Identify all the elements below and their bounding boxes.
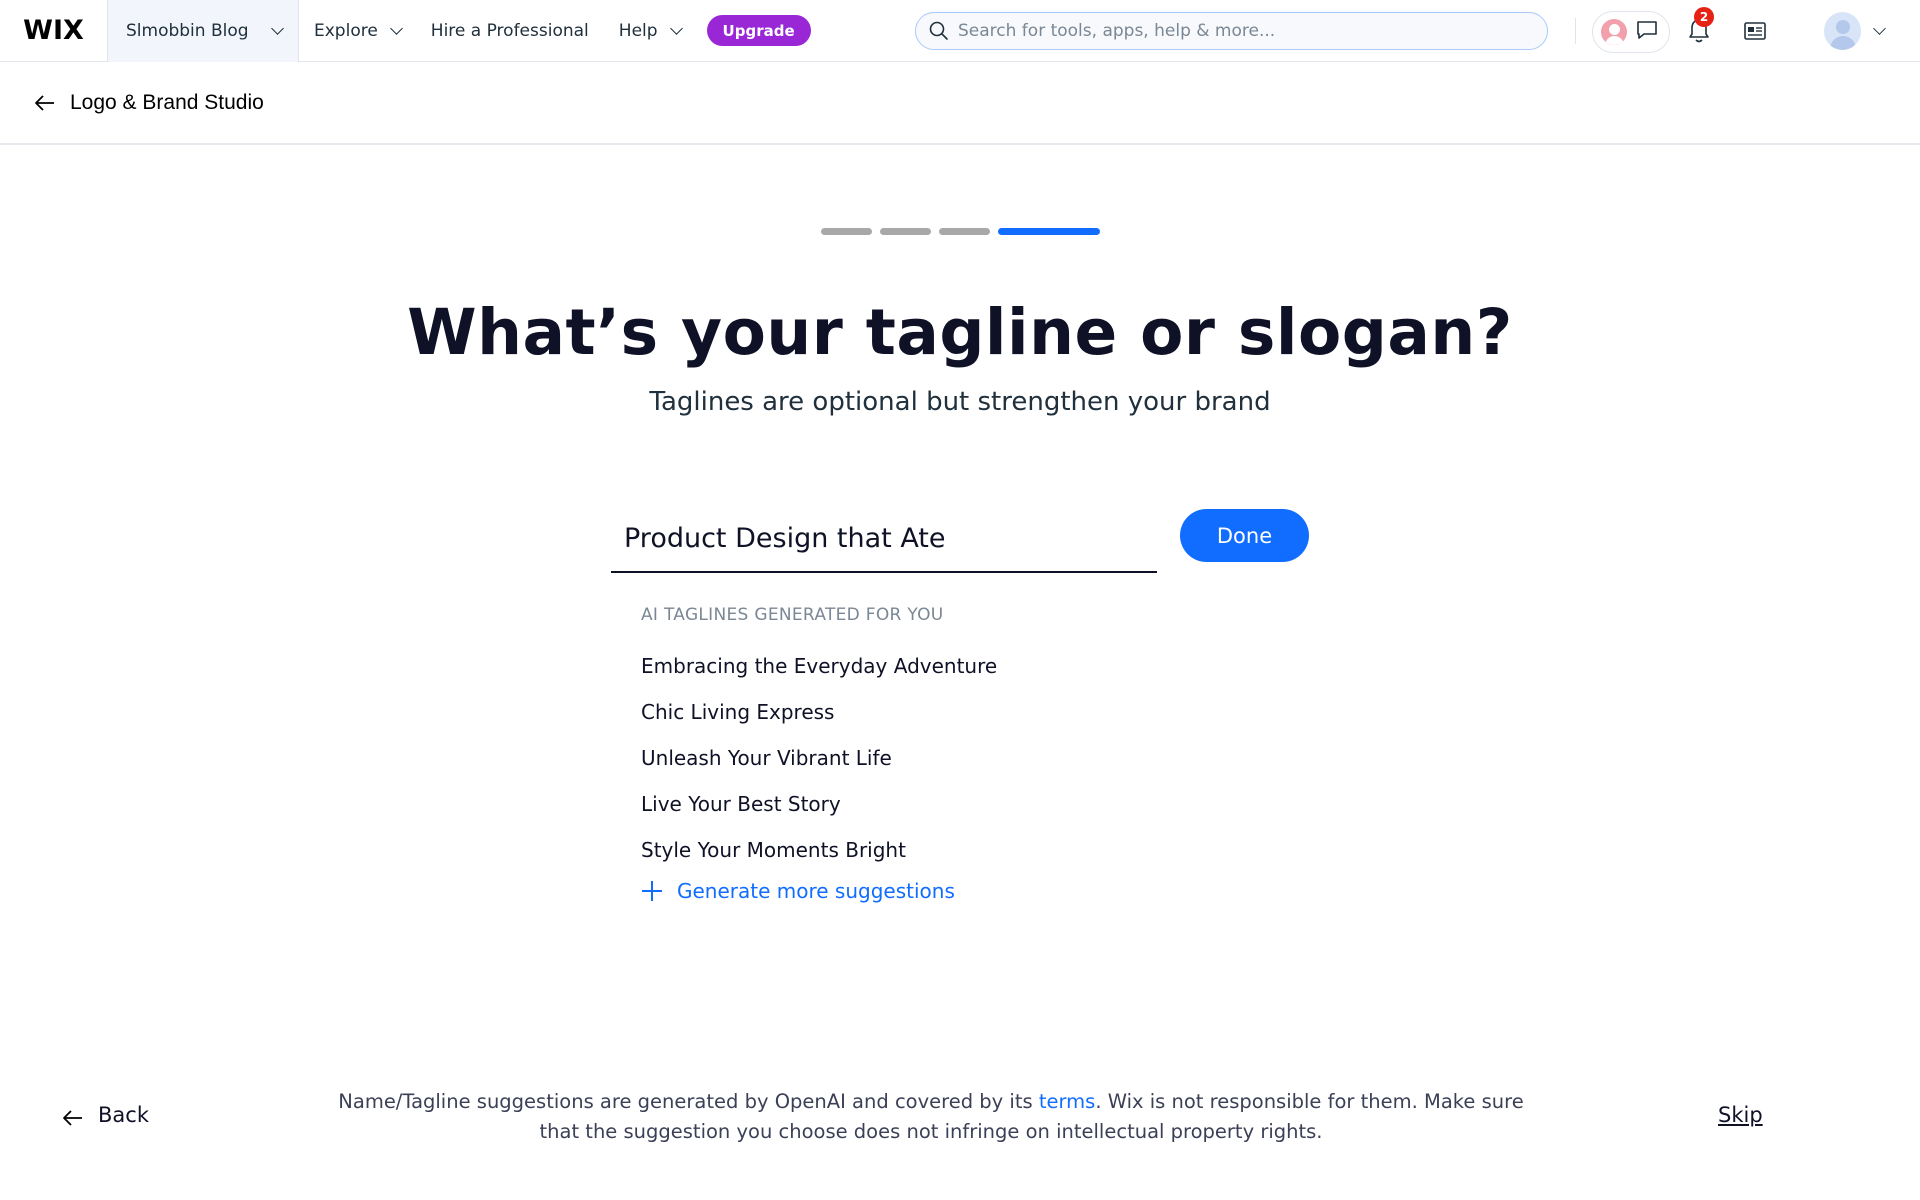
suggestions-list: Embracing the Everyday Adventure Chic Li…: [641, 650, 997, 880]
site-name: Slmobbin Blog: [126, 20, 249, 41]
terms-link[interactable]: terms: [1039, 1090, 1095, 1113]
page-heading: What’s your tagline or slogan?: [407, 296, 1513, 369]
nav-explore[interactable]: Explore: [299, 0, 416, 62]
arrow-left-icon: [62, 1107, 84, 1126]
account-menu[interactable]: [1824, 11, 1886, 51]
done-button[interactable]: Done: [1180, 509, 1309, 562]
step-progress: [821, 228, 1100, 235]
progress-step: [939, 228, 990, 235]
search-icon: [928, 20, 950, 42]
progress-step: [821, 228, 872, 235]
suggestion-item[interactable]: Live Your Best Story: [641, 788, 997, 834]
suggestions-heading: AI TAGLINES GENERATED FOR YOU: [641, 605, 944, 625]
back-label: Back: [98, 1103, 149, 1127]
disclaimer-text: Name/Tagline suggestions are generated b…: [320, 1087, 1542, 1147]
progress-step: [880, 228, 931, 235]
tagline-input[interactable]: [611, 505, 1157, 573]
suggestion-item[interactable]: Chic Living Express: [641, 696, 997, 742]
divider: [1575, 18, 1576, 44]
generate-more-button[interactable]: Generate more suggestions: [641, 879, 955, 903]
newsfeed-icon: [1744, 22, 1766, 40]
notification-badge: 2: [1694, 7, 1714, 27]
chevron-down-icon: [271, 21, 284, 35]
nav-help-label: Help: [618, 20, 658, 41]
search-bar[interactable]: [915, 12, 1548, 50]
suggestion-item[interactable]: Unleash Your Vibrant Life: [641, 742, 997, 788]
nav-explore-label: Explore: [314, 20, 378, 41]
avatar: [1599, 17, 1629, 47]
chevron-down-icon: [1873, 22, 1886, 35]
disclaimer-before: Name/Tagline suggestions are generated b…: [338, 1090, 1039, 1113]
suggestion-item[interactable]: Style Your Moments Bright: [641, 834, 997, 880]
avatar: [1824, 12, 1862, 50]
page-title: Logo & Brand Studio: [70, 91, 264, 114]
page-subtitle: Taglines are optional but strengthen you…: [649, 387, 1271, 417]
back-to-studio-link[interactable]: Logo & Brand Studio: [34, 91, 264, 115]
top-bar: WIX Slmobbin Blog Explore Hire a Profess…: [0, 0, 1920, 62]
progress-step-current: [998, 228, 1100, 235]
site-switcher[interactable]: Slmobbin Blog: [107, 0, 299, 62]
back-button[interactable]: Back: [62, 1103, 149, 1127]
chevron-down-icon: [389, 21, 403, 35]
newsfeed-button[interactable]: [1740, 16, 1770, 46]
breadcrumb: Logo & Brand Studio: [0, 63, 1920, 145]
generate-more-label: Generate more suggestions: [677, 879, 955, 903]
chat-icon: [1635, 18, 1659, 46]
suggestion-item[interactable]: Embracing the Everyday Adventure: [641, 650, 997, 696]
skip-link[interactable]: Skip: [1718, 1103, 1763, 1127]
chevron-down-icon: [669, 21, 683, 35]
nav-help[interactable]: Help: [604, 0, 696, 62]
nav-hire-label: Hire a Professional: [430, 20, 589, 41]
search-input[interactable]: [958, 21, 1518, 41]
chat-button[interactable]: [1592, 11, 1670, 53]
upgrade-button[interactable]: Upgrade: [706, 15, 811, 46]
wix-logo[interactable]: WIX: [0, 0, 107, 62]
plus-icon: [641, 880, 663, 902]
nav-hire-professional[interactable]: Hire a Professional: [416, 0, 604, 62]
arrow-left-icon: [34, 95, 56, 111]
